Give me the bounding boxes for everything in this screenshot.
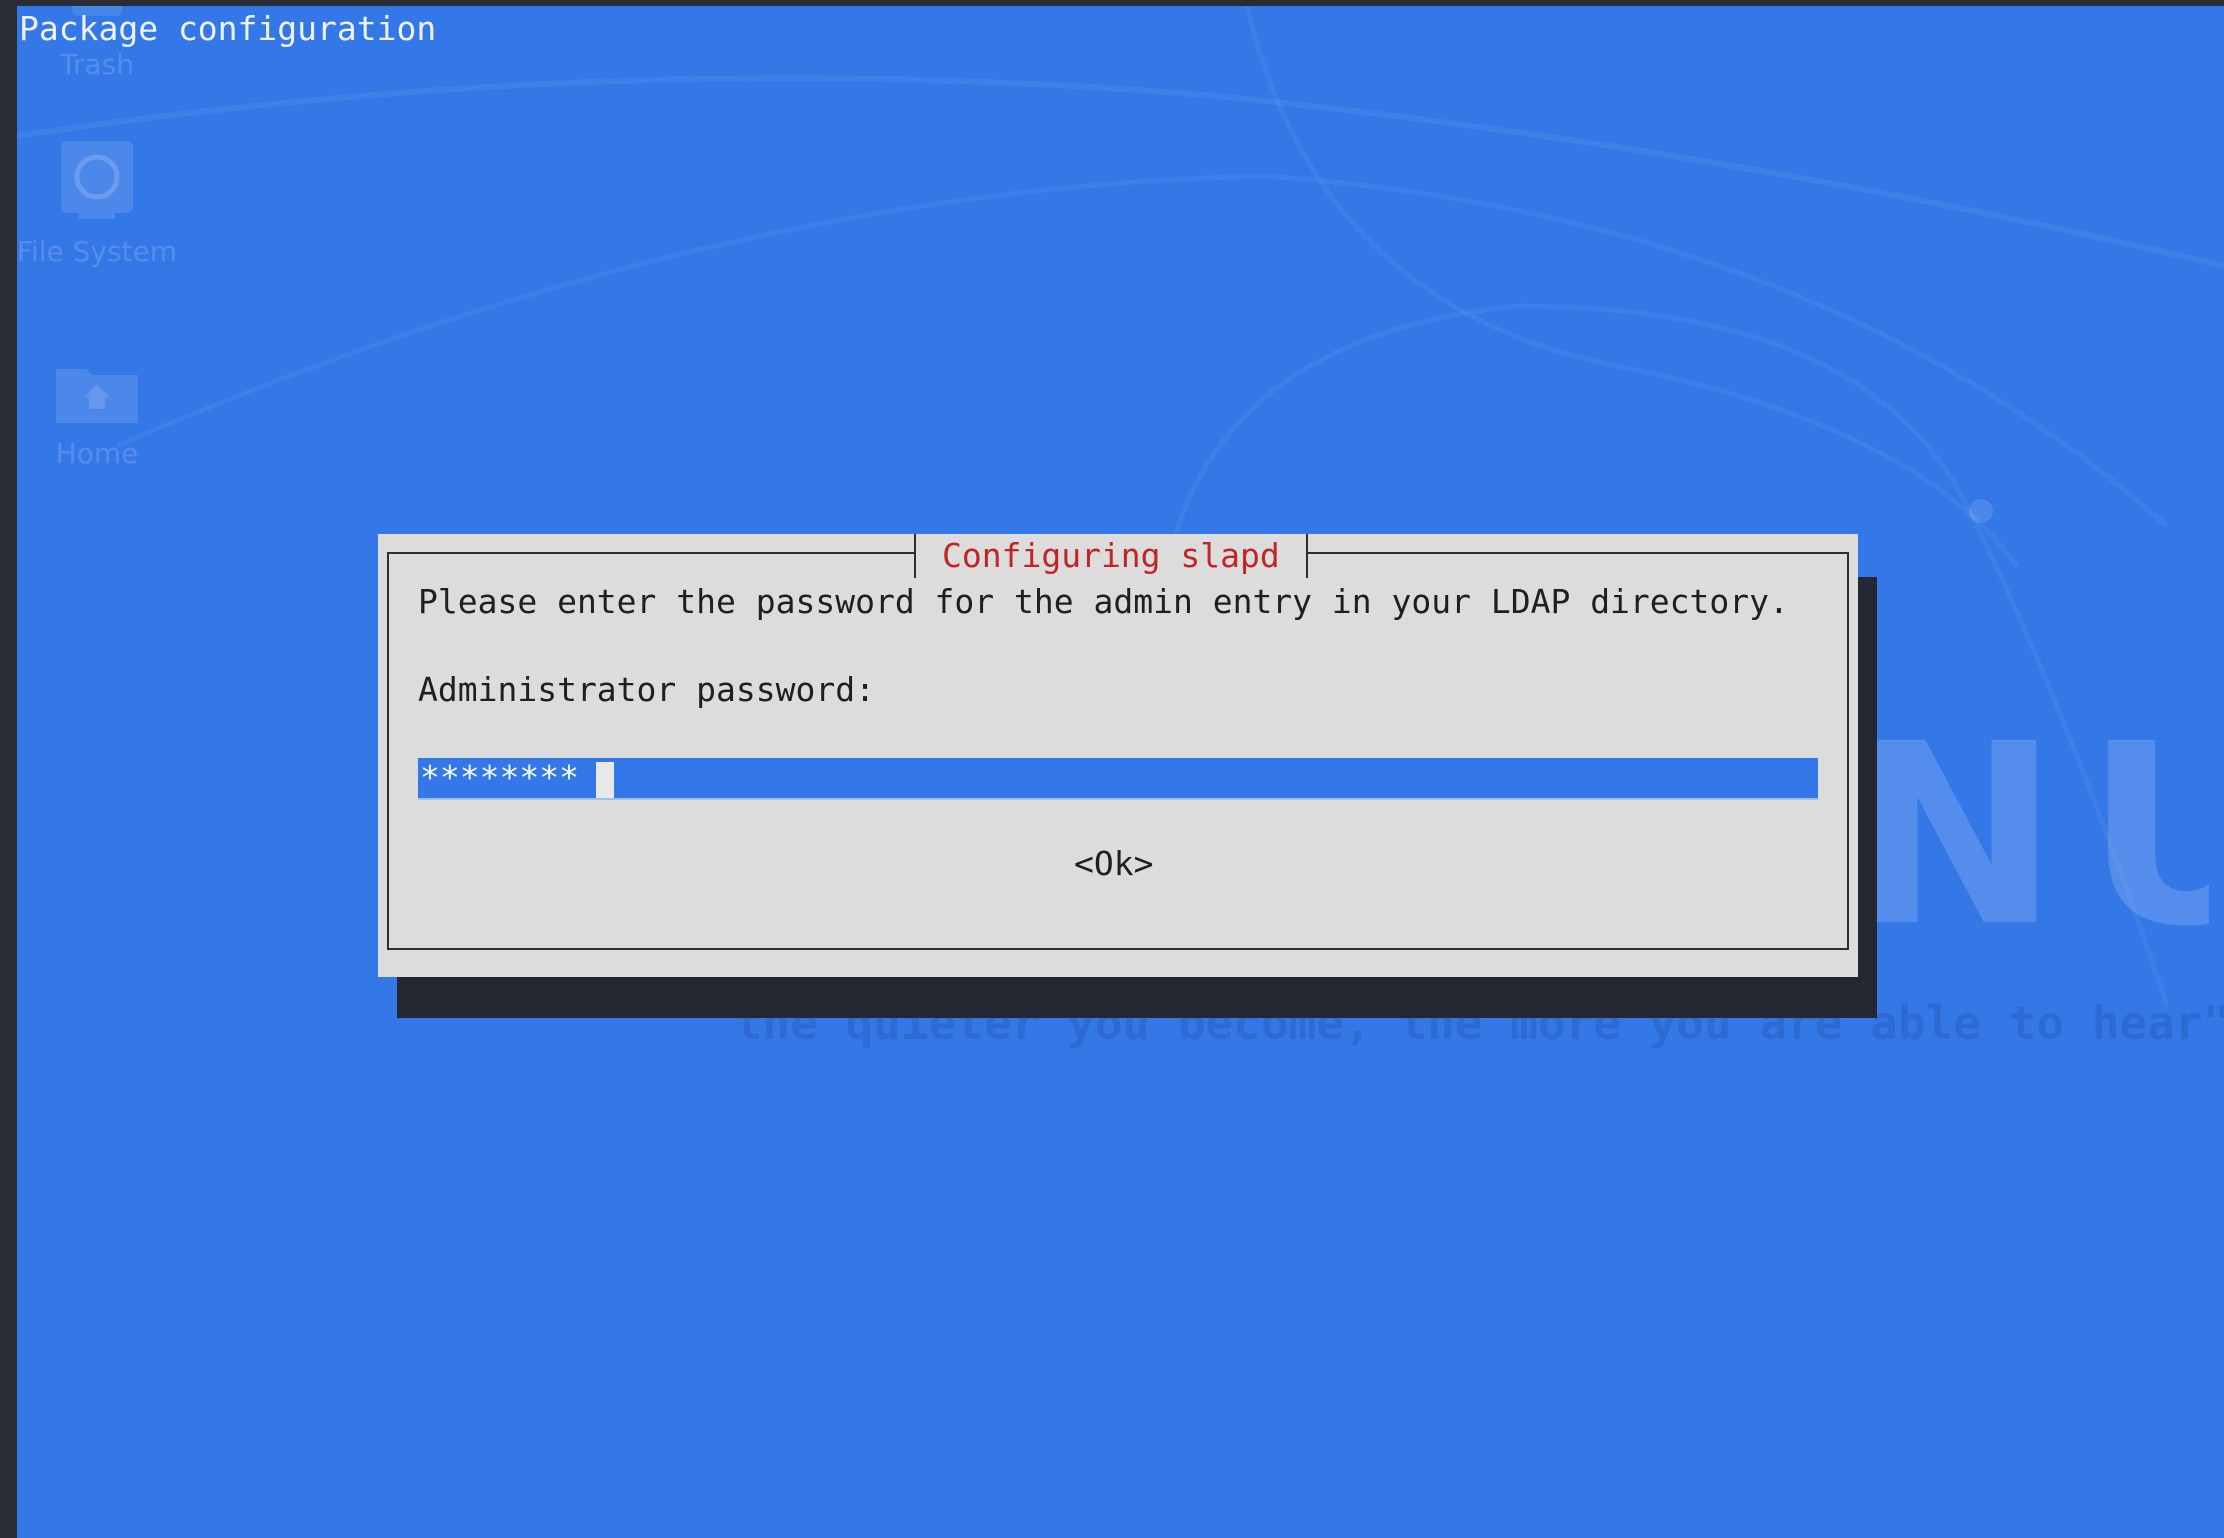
hard-drive-icon (61, 141, 133, 219)
page-title: Package configuration (19, 9, 437, 48)
configuration-dialog: Configuring slapd Please enter the passw… (378, 534, 1858, 977)
wallpaper-dragon-curve-2 (116, 173, 2169, 528)
window-frame-left (0, 0, 17, 1538)
wallpaper-dragon-curve-3 (1244, 6, 2020, 568)
desktop-icon-file-system[interactable]: File System (17, 139, 197, 268)
desktop-icon-label: Trash (60, 48, 134, 81)
desktop-icon-label: Home (55, 437, 139, 470)
desktop-icon-label: File System (17, 235, 178, 268)
terminal-screen: KALI LINUX "the quieter you become, the … (17, 6, 2224, 1538)
home-folder-icon (56, 369, 138, 423)
dialog-title-box: Configuring slapd (914, 534, 1308, 578)
wallpaper-star (1969, 499, 1993, 523)
desktop-icon-home[interactable]: Home (17, 359, 197, 470)
ok-button[interactable]: <Ok> (1074, 842, 1153, 886)
text-cursor (596, 762, 614, 798)
password-label: Administrator password: (418, 670, 875, 709)
password-input[interactable]: ******** (418, 758, 1818, 800)
dialog-title: Configuring slapd (942, 536, 1280, 575)
password-value: ******** (420, 758, 579, 797)
wallpaper-dragon-curve (17, 75, 2224, 269)
dialog-prompt: Please enter the password for the admin … (418, 582, 1789, 621)
